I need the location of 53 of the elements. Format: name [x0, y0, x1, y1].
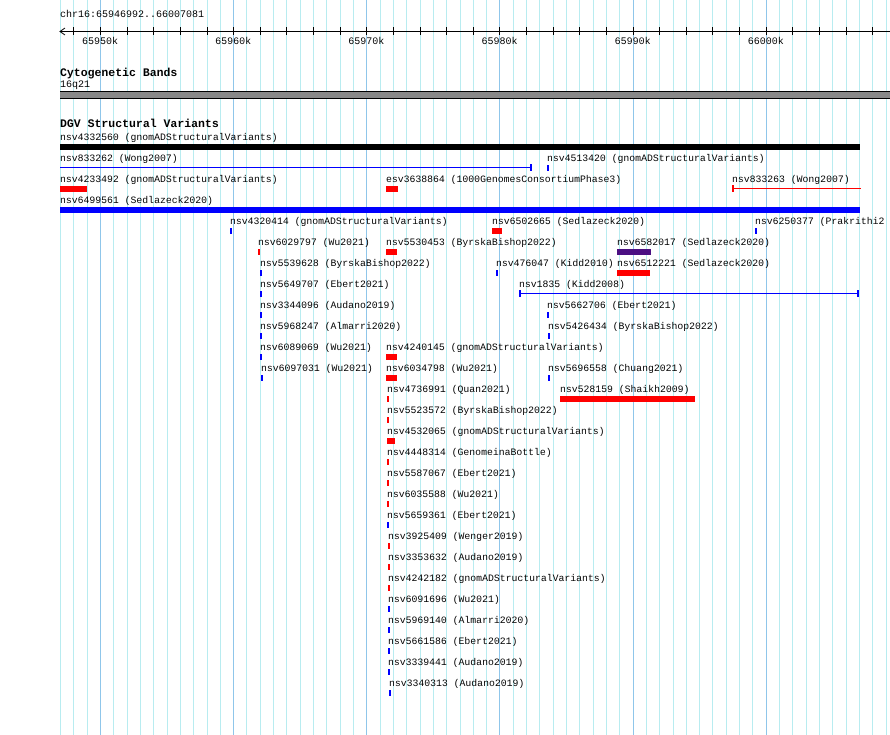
variant-label: nsv4240145 (gnomADStructuralVariants) — [386, 342, 604, 354]
variant-label: nsv3340313 (Audano2019) — [389, 678, 524, 690]
variant-label: nsv5696558 (Chuang2021) — [548, 363, 684, 375]
variant-label: nsv4320414 (gnomADStructuralVariants) — [230, 216, 448, 228]
band-label: 16q21 — [60, 80, 90, 91]
variant-label: nsv5426434 (ByrskaBishop2022) — [548, 321, 718, 333]
tick-label: 65980k — [481, 37, 518, 48]
tick-label: 66000k — [748, 37, 784, 48]
variant-label: nsv3344096 (Audano2019) — [260, 300, 396, 312]
variant-label: nsv5662706 (Ebert2021) — [547, 300, 676, 312]
variant-label: esv3638864 (1000GenomesConsortiumPhase3) — [386, 174, 622, 186]
variant-label: nsv528159 (Shaikh2009) — [560, 384, 690, 396]
variant-label: nsv5969140 (Almarri2020) — [388, 615, 530, 627]
variant-label: nsv6097031 (Wu2021) — [261, 363, 373, 375]
variant-label: nsv5530453 (ByrskaBishop2022) — [386, 237, 556, 249]
variant-label: nsv5968247 (Almarri2020) — [260, 321, 402, 333]
variant-label: nsv4532065 (gnomADStructuralVariants) — [387, 426, 605, 438]
variant-label: nsv5587067 (Ebert2021) — [387, 468, 516, 480]
variant-label: nsv4448314 (GenomeinaBottle) — [387, 447, 552, 459]
location-label: chr16:65946992..66007081 — [60, 10, 204, 22]
variant-label: nsv6089069 (Wu2021) — [260, 342, 372, 354]
variant-label: nsv6035588 (Wu2021) — [387, 489, 499, 501]
variant-label: nsv1835 (Kidd2008) — [519, 279, 625, 291]
variant-label: nsv5649707 (Ebert2021) — [260, 279, 390, 291]
tick-label: 65950k — [82, 37, 118, 48]
variant-label: nsv5661586 (Ebert2021) — [388, 636, 518, 648]
variant-label: nsv3339441 (Audano2019) — [388, 657, 524, 669]
variant-label: nsv5659361 (Ebert2021) — [387, 510, 516, 522]
track-title: DGV Structural Variants — [59, 119, 220, 131]
variant-label: nsv6502665 (Sedlazeck2020) — [492, 216, 645, 228]
variant-label: nsv5539628 (ByrskaBishop2022) — [260, 258, 430, 270]
variant-label: nsv6512221 (Sedlazeck2020) — [617, 258, 770, 270]
variant-label: nsv6582017 (Sedlazeck2020) — [617, 237, 770, 249]
variant-label: nsv4233492 (gnomADStructuralVariants) — [60, 174, 278, 186]
variant-label: nsv4736991 (Quan2021) — [387, 384, 510, 396]
variant-label: nsv3925409 (Wenger2019) — [388, 531, 524, 543]
variant-label: nsv4332560 (gnomADStructuralVariants) — [60, 132, 278, 144]
variant-label: nsv5523572 (ByrskaBishop2022) — [387, 405, 558, 417]
variant-label: nsv833263 (Wong2007) — [732, 174, 850, 186]
tick-label: 65970k — [348, 37, 384, 48]
variant-label: nsv833262 (Wong2007) — [60, 153, 178, 165]
variant-label: nsv6029797 (Wu2021) — [258, 237, 370, 249]
tick-label: 65960k — [215, 37, 252, 48]
variant-label: nsv3353632 (Audano2019) — [388, 552, 524, 564]
variant-label: nsv6250377 (Prakrithi2 — [755, 216, 884, 228]
variant-label: nsv6034798 (Wu2021) — [386, 363, 498, 375]
variant-label: nsv6091696 (Wu2021) — [388, 594, 500, 606]
variant-label: nsv4513420 (gnomADStructuralVariants) — [547, 153, 765, 165]
variant-label: nsv4242182 (gnomADStructuralVariants) — [388, 573, 606, 585]
variant-label: nsv476047 (Kidd2010) — [496, 258, 614, 270]
variant-label: nsv6499561 (Sedlazeck2020) — [60, 195, 213, 207]
tick-label: 65990k — [614, 37, 651, 48]
track-title: Cytogenetic Bands — [59, 68, 178, 80]
